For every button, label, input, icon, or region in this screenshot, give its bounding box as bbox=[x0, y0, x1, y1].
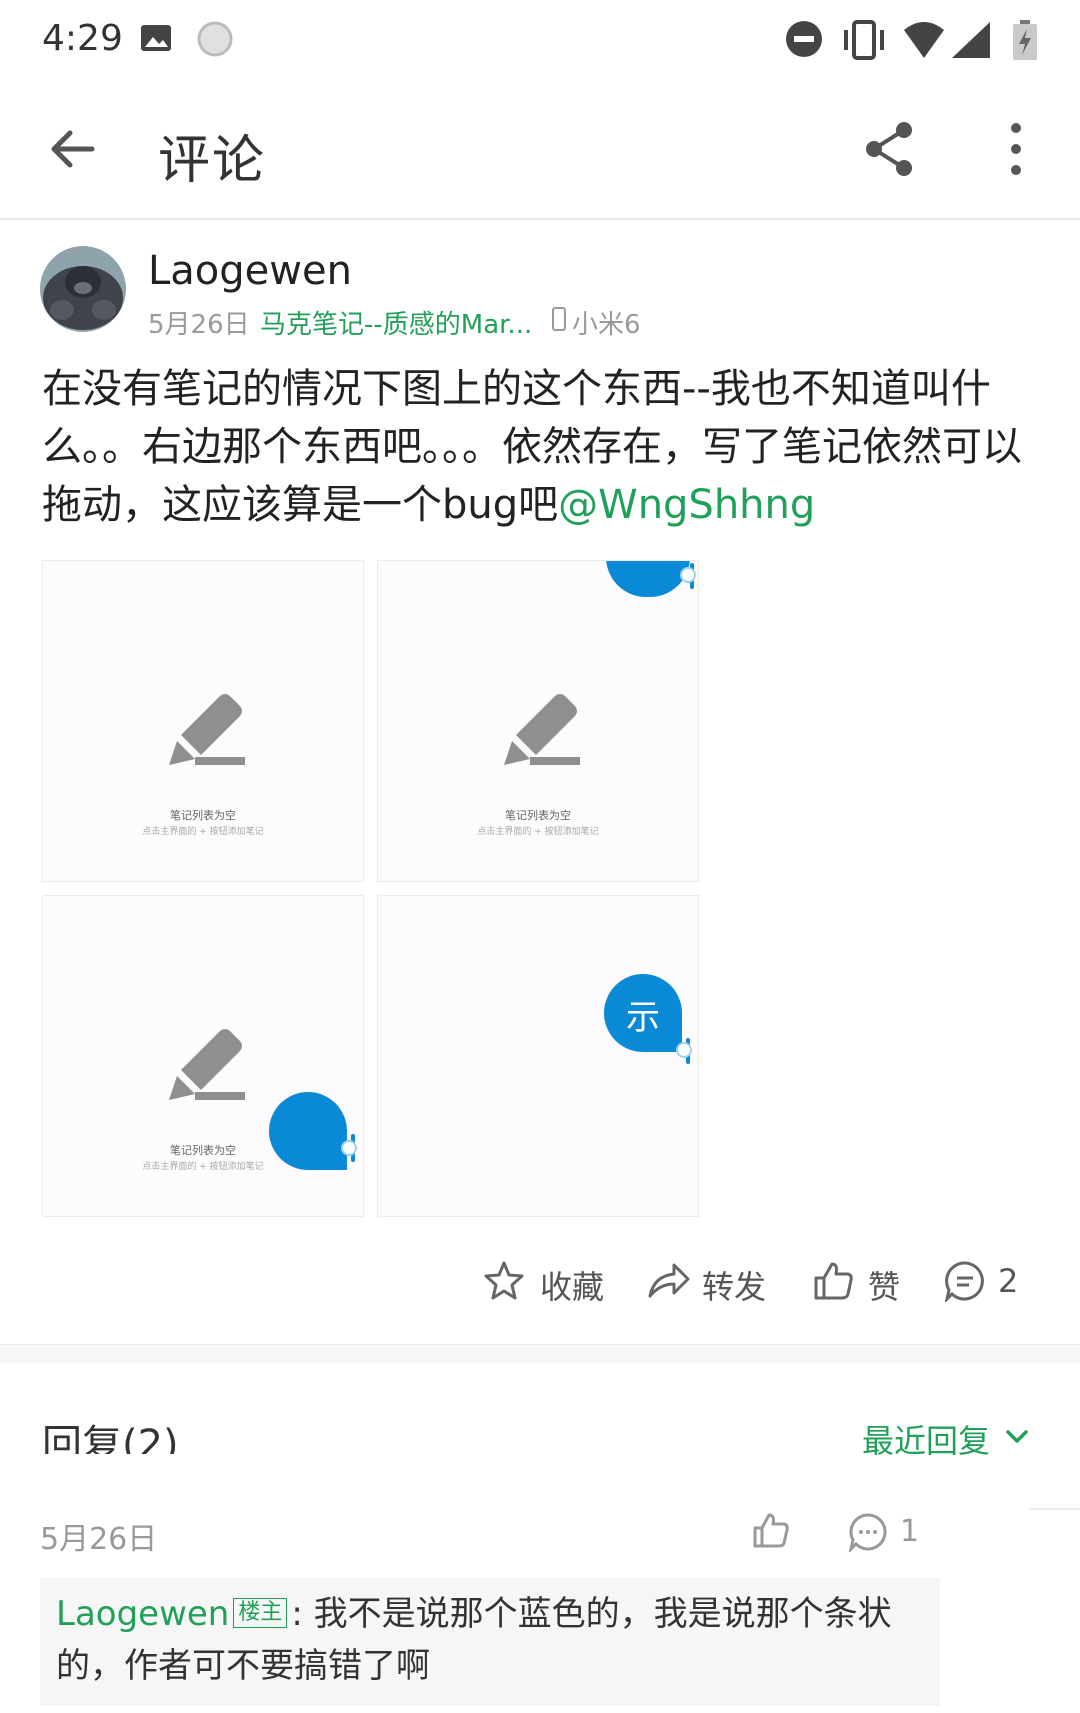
empty-list-title: 笔记列表为空 bbox=[505, 809, 571, 822]
loading-notification-icon bbox=[197, 21, 233, 57]
forward-icon[interactable] bbox=[646, 1260, 690, 1302]
floating-bubble bbox=[269, 1092, 347, 1170]
post-body: 在没有笔记的情况下图上的这个东西--我也不知道叫什么。。右边那个东西吧。。。依然… bbox=[42, 360, 1040, 534]
post-text: 在没有笔记的情况下图上的这个东西--我也不知道叫什么。。右边那个东西吧。。。依然… bbox=[42, 366, 1022, 528]
empty-list-title: 笔记列表为空 bbox=[170, 809, 236, 822]
post-device: 小米6 bbox=[572, 310, 641, 340]
status-time: 4:29 bbox=[42, 18, 123, 59]
op-badge: 楼主 bbox=[233, 1597, 288, 1628]
orangutan-avatar-image bbox=[40, 246, 126, 332]
comment-count[interactable]: 2 bbox=[998, 1262, 1018, 1300]
image-notification-icon bbox=[141, 25, 171, 51]
screenshot-thumbnail-4[interactable]: 示 bbox=[377, 895, 699, 1217]
screenshot-thumbnail-1[interactable]: 笔记列表为空 点击主界面的 + 按钮添加笔记 bbox=[42, 560, 364, 882]
post-author[interactable]: Laogewen bbox=[148, 248, 352, 294]
toolbar: 评论 bbox=[0, 84, 1080, 220]
page-title: 评论 bbox=[158, 131, 267, 191]
screenshot-thumbnail-2[interactable]: 笔记列表为空 点击主界面的 + 按钮添加笔记 bbox=[377, 560, 699, 882]
post-date: 5月26日 bbox=[148, 310, 250, 340]
mention-link[interactable]: @WngShhng bbox=[558, 482, 815, 528]
reply-thumbs-up-icon[interactable] bbox=[752, 1512, 790, 1550]
thumbs-up-icon[interactable] bbox=[812, 1260, 854, 1302]
comment-icon[interactable] bbox=[944, 1260, 986, 1302]
vibrate-icon bbox=[844, 20, 884, 60]
reply-reply-count[interactable]: 1 bbox=[900, 1514, 919, 1549]
reply-date: 5月26日 bbox=[40, 1522, 158, 1557]
status-bar: 4:29 bbox=[0, 0, 1080, 84]
section-divider bbox=[0, 1344, 1080, 1363]
more-options-icon[interactable] bbox=[1004, 120, 1028, 178]
like-button[interactable]: 赞 bbox=[868, 1262, 900, 1308]
pencil-icon bbox=[504, 694, 580, 765]
do-not-disturb-icon bbox=[786, 21, 822, 57]
favorite-button[interactable]: 收藏 bbox=[540, 1262, 604, 1308]
avatar[interactable] bbox=[40, 246, 126, 332]
drag-handle-dot bbox=[676, 1042, 692, 1058]
pencil-icon bbox=[169, 694, 245, 765]
share-post-button[interactable]: 转发 bbox=[702, 1262, 766, 1308]
reply-item: Laogewen 楼主: 我不是说那个蓝色的，我是说那个条状的，作者可不要搞错了啊 bbox=[40, 1578, 940, 1706]
empty-list-hint: 点击主界面的 + 按钮添加笔记 bbox=[142, 827, 264, 837]
share-icon[interactable] bbox=[862, 120, 916, 178]
star-icon[interactable] bbox=[484, 1260, 524, 1302]
empty-list-hint: 点击主界面的 + 按钮添加笔记 bbox=[477, 827, 599, 837]
wifi-icon bbox=[904, 22, 944, 58]
drag-handle-dot bbox=[341, 1140, 357, 1156]
divider bbox=[1030, 1508, 1080, 1510]
reply-comment-icon[interactable] bbox=[848, 1512, 888, 1552]
sort-dropdown[interactable]: 最近回复 bbox=[862, 1416, 990, 1462]
bubble-label: 示 bbox=[626, 998, 660, 1038]
screenshot-thumbnail-3[interactable]: 笔记列表为空 点击主界面的 + 按钮添加笔记 bbox=[42, 895, 364, 1217]
cell-signal-icon bbox=[952, 22, 990, 58]
chevron-down-icon[interactable] bbox=[1004, 1424, 1030, 1450]
back-arrow-icon[interactable] bbox=[48, 124, 98, 174]
floating-bubble bbox=[606, 561, 690, 597]
replies-heading: 回复(2) bbox=[42, 1422, 179, 1454]
post-source-link[interactable]: 马克笔记--质感的Mar... bbox=[260, 304, 532, 341]
phone-icon bbox=[552, 307, 566, 331]
battery-charging-icon bbox=[1013, 20, 1037, 60]
pencil-icon bbox=[169, 1029, 245, 1100]
reply-author[interactable]: Laogewen bbox=[56, 1594, 229, 1634]
drag-handle-dot bbox=[680, 567, 696, 583]
